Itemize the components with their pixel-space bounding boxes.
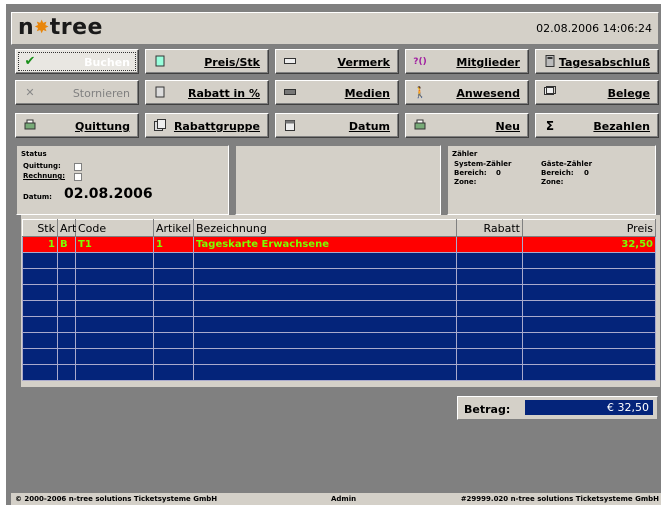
col-rabatt[interactable]: Rabatt xyxy=(456,219,523,237)
table-header-row: Stk Art Code Artikel Bezeichnung Rabatt … xyxy=(22,219,656,237)
price-icon xyxy=(153,55,167,69)
betrag-value: € 32,50 xyxy=(525,400,653,415)
mitglieder-button[interactable]: ?() Mitglieder xyxy=(405,49,529,74)
status-group: Status Quittung: Rechnung: Datum: 02.08.… xyxy=(16,145,229,215)
quittung-checkbox[interactable] xyxy=(74,163,82,171)
empty-table-row[interactable] xyxy=(22,284,656,301)
table-row[interactable]: 1 B T1 1 Tageskarte Erwachsene 32,50 xyxy=(22,236,656,253)
bezahlen-button[interactable]: Σ Bezahlen xyxy=(535,113,659,138)
col-stk[interactable]: Stk xyxy=(22,219,58,237)
preis-stk-button[interactable]: Preis/Stk xyxy=(145,49,269,74)
vermerk-button[interactable]: Vermerk xyxy=(275,49,399,74)
empty-table-row[interactable] xyxy=(22,332,656,349)
rabattgruppe-button[interactable]: Rabattgruppe xyxy=(145,113,269,138)
stornieren-button[interactable]: ✕ Stornieren xyxy=(15,80,139,105)
n-tree-logo: n✸tree xyxy=(18,15,103,40)
status-area: Status Quittung: Rechnung: Datum: 02.08.… xyxy=(16,145,656,215)
members-icon: ?() xyxy=(413,57,427,67)
check-icon: ✔ xyxy=(24,54,36,69)
empty-table-row[interactable] xyxy=(22,300,656,317)
discount-group-icon xyxy=(153,119,167,133)
sum-icon: Σ xyxy=(545,119,555,133)
middle-info-panel xyxy=(235,145,441,215)
empty-table-row[interactable] xyxy=(22,252,656,269)
system-bereich-value: 0 xyxy=(496,169,501,177)
datetime-display: 02.08.2006 14:06:24 xyxy=(536,22,652,35)
booking-table: Stk Art Code Artikel Bezeichnung Rabatt … xyxy=(21,215,660,387)
col-artikel[interactable]: Artikel xyxy=(153,219,194,237)
col-art[interactable]: Art xyxy=(57,219,76,237)
app-window: n✸tree 02.08.2006 14:06:24 ✔ Buchen Prei… xyxy=(6,4,661,505)
cancel-icon: ✕ xyxy=(25,86,35,99)
empty-table-row[interactable] xyxy=(22,268,656,285)
datum-button[interactable]: Datum xyxy=(275,113,399,138)
medien-button[interactable]: Medien xyxy=(275,80,399,105)
empty-table-row[interactable] xyxy=(22,364,656,381)
copyright-text: © 2000-2006 n-tree solutions Ticketsyste… xyxy=(15,495,218,503)
empty-table-row[interactable] xyxy=(22,348,656,365)
empty-table-row[interactable] xyxy=(22,316,656,333)
printer-icon xyxy=(23,119,37,133)
anwesend-button[interactable]: 🚶 Anwesend xyxy=(405,80,529,105)
note-icon xyxy=(283,55,297,69)
media-icon xyxy=(283,86,297,100)
col-bezeichnung[interactable]: Bezeichnung xyxy=(193,219,457,237)
new-icon xyxy=(413,119,427,133)
quittung-button[interactable]: Quittung xyxy=(15,113,139,138)
user-text: Admin xyxy=(331,495,357,503)
calculator-icon xyxy=(543,55,557,69)
logo-star-icon: ✸ xyxy=(34,17,50,38)
receipts-icon xyxy=(543,86,557,100)
buchen-button[interactable]: ✔ Buchen xyxy=(15,49,139,74)
col-code[interactable]: Code xyxy=(75,219,154,237)
belege-button[interactable]: Belege xyxy=(535,80,659,105)
calendar-icon xyxy=(283,119,297,133)
status-bar: © 2000-2006 n-tree solutions Ticketsyste… xyxy=(11,493,661,505)
tagesabschluss-button[interactable]: Tagesabschluß xyxy=(535,49,659,74)
neu-button[interactable]: Neu xyxy=(405,113,529,138)
header-bar: n✸tree 02.08.2006 14:06:24 xyxy=(11,12,659,45)
datum-value: 02.08.2006 xyxy=(64,186,153,202)
zaehler-group: Zähler System-Zähler Gäste-Zähler Bereic… xyxy=(447,145,656,215)
license-text: #29999.020 n-tree solutions Ticketsystem… xyxy=(460,495,659,503)
rechnung-checkbox[interactable] xyxy=(74,173,82,181)
rabatt-prozent-button[interactable]: Rabatt in % xyxy=(145,80,269,105)
discount-icon xyxy=(153,86,167,100)
betrag-label: Betrag: xyxy=(464,403,511,416)
col-preis[interactable]: Preis xyxy=(522,219,656,237)
person-icon: 🚶 xyxy=(413,86,427,99)
gaeste-bereich-value: 0 xyxy=(584,169,589,177)
betrag-box: Betrag: € 32,50 xyxy=(457,396,658,420)
